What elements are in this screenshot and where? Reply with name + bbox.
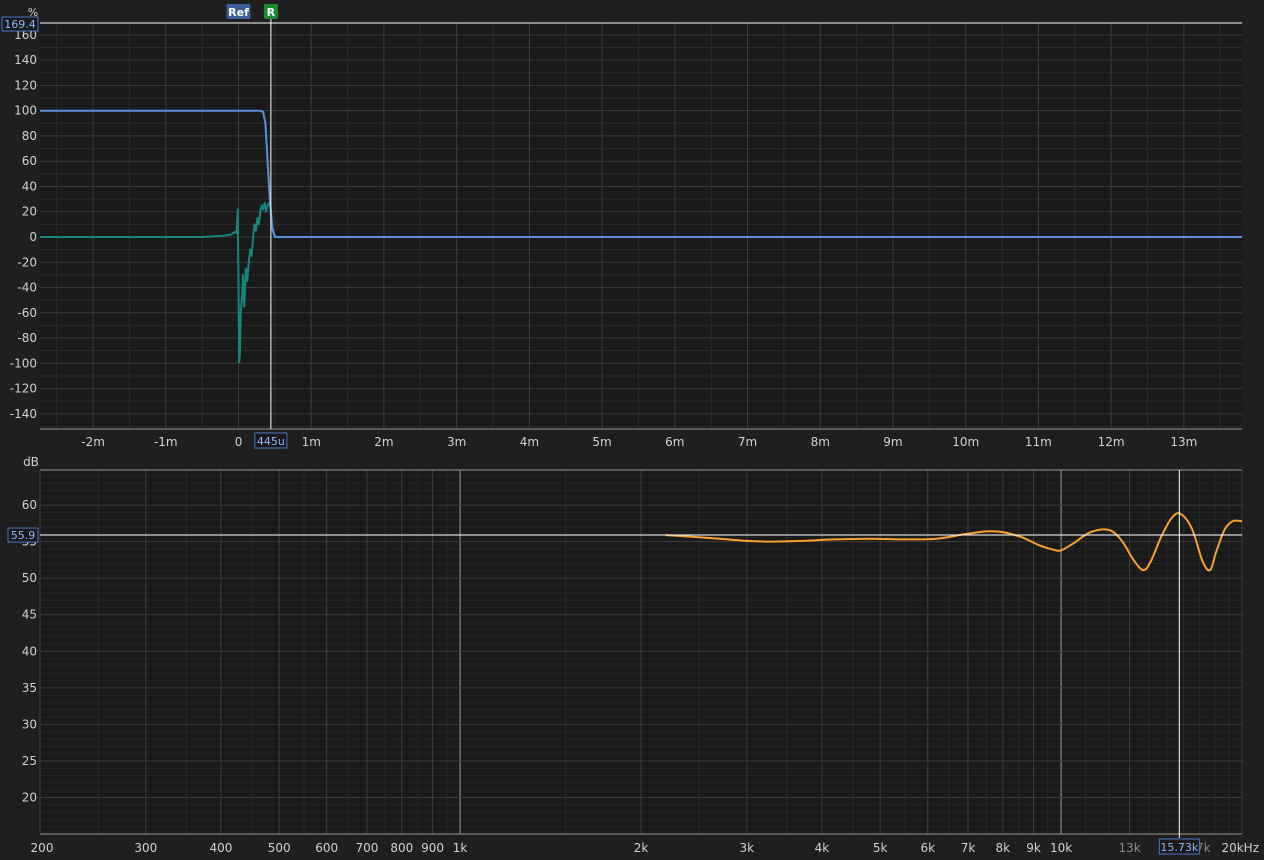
impulse-x-tick-label: 10m	[952, 435, 979, 449]
spl-x-tick-label: 400	[209, 841, 232, 855]
spl-y-tick-label: 40	[22, 644, 37, 658]
r-marker[interactable]: R	[263, 4, 278, 19]
spl-y-tick-label: 60	[22, 498, 37, 512]
spl-y-tick-label: 25	[22, 754, 37, 768]
impulse-x-tick-label: 13m	[1170, 435, 1197, 449]
spl-y-readout-value: 55.9	[11, 529, 36, 542]
spl-x-tick-label: 7k	[961, 841, 976, 855]
impulse-y-tick-label: 140	[14, 53, 37, 67]
impulse-x-tick-label: 8m	[811, 435, 830, 449]
impulse-x-tick-label: -2m	[81, 435, 105, 449]
spl-x-tick-label: 800	[390, 841, 413, 855]
spl-x-tick-label: 700	[356, 841, 379, 855]
impulse-y-tick-label: -60	[17, 306, 37, 320]
spl-x-tick-label: 2k	[634, 841, 649, 855]
impulse-y-tick-label: 0	[29, 230, 37, 244]
impulse-y-tick-label: -80	[17, 331, 37, 345]
spl-y-tick-labels: 605550454035302520	[22, 498, 37, 804]
spl-x-tick-label: 13k	[1118, 841, 1140, 855]
ref-marker[interactable]: Ref	[226, 4, 251, 19]
impulse-x-tick-label: 0	[235, 435, 243, 449]
impulse-x-tick-label: -1m	[154, 435, 178, 449]
spl-x-tick-label: 500	[268, 841, 291, 855]
r-marker-label: R	[267, 6, 276, 19]
impulse-y-tick-label: -100	[10, 356, 37, 370]
impulse-x-tick-label: 2m	[374, 435, 393, 449]
impulse-x-tick-label: 3m	[447, 435, 466, 449]
spl-x-tick-label: 20kHz	[1221, 841, 1259, 855]
spl-x-tick-label: 900	[421, 841, 444, 855]
impulse-y-tick-label: -120	[10, 382, 37, 396]
impulse-step-panel[interactable]: 160140120100806040200-20-40-60-80-100-12…	[1, 4, 1242, 449]
spl-x-tick-label: 200	[31, 841, 54, 855]
analyzer-canvas: 160140120100806040200-20-40-60-80-100-12…	[0, 0, 1264, 860]
spl-y-axis-unit: dB	[23, 455, 39, 469]
impulse-plot-area[interactable]	[40, 23, 1242, 429]
spl-x-tick-label: 9k	[1026, 841, 1041, 855]
impulse-x-tick-label: 1m	[302, 435, 321, 449]
spl-x-tick-label: 4k	[815, 841, 830, 855]
spl-panel[interactable]: 605550454035302520 200300400500600700800…	[7, 455, 1259, 855]
ref-marker-label: Ref	[228, 6, 249, 19]
spl-y-tick-label: 20	[22, 790, 37, 804]
impulse-x-tick-label: 6m	[665, 435, 684, 449]
impulse-x-readout: 445u	[254, 432, 288, 449]
impulse-x-readout-value: 445u	[257, 435, 285, 448]
impulse-x-tick-label: 7m	[738, 435, 757, 449]
spl-y-tick-label: 30	[22, 717, 37, 731]
spl-x-readout: 15.73k	[1158, 838, 1200, 855]
impulse-y-tick-label: 100	[14, 104, 37, 118]
impulse-y-tick-label: -40	[17, 281, 37, 295]
impulse-y-tick-label: 120	[14, 78, 37, 92]
spl-x-tick-label: 300	[134, 841, 157, 855]
spl-y-tick-label: 45	[22, 608, 37, 622]
spl-x-tick-label: 8k	[996, 841, 1011, 855]
spl-x-tick-label: 3k	[740, 841, 755, 855]
spl-y-tick-label: 50	[22, 571, 37, 585]
spl-x-tick-label: 600	[315, 841, 338, 855]
impulse-y-tick-label: -20	[17, 255, 37, 269]
impulse-y-readout-value: 169.4	[4, 18, 36, 31]
spl-x-tick-label: 6k	[920, 841, 935, 855]
impulse-y-tick-label: 80	[22, 129, 37, 143]
impulse-y-tick-label: -140	[10, 407, 37, 421]
impulse-y-tick-label: 60	[22, 154, 37, 168]
spl-x-tick-label: 10k	[1050, 841, 1072, 855]
impulse-x-tick-label: 4m	[520, 435, 539, 449]
impulse-x-tick-label: 5m	[592, 435, 611, 449]
impulse-y-readout: 169.4	[1, 16, 39, 32]
impulse-x-tick-label: 9m	[883, 435, 902, 449]
spl-x-tick-label: 1k	[453, 841, 468, 855]
spl-y-tick-label: 35	[22, 681, 37, 695]
impulse-y-tick-label: 20	[22, 205, 37, 219]
impulse-y-tick-label: 40	[22, 179, 37, 193]
spl-x-readout-value: 15.73k	[1160, 841, 1198, 854]
spl-x-tick-label: 5k	[873, 841, 888, 855]
spl-y-readout: 55.9	[7, 527, 39, 543]
impulse-x-tick-label: 12m	[1098, 435, 1125, 449]
impulse-x-tick-label: 11m	[1025, 435, 1052, 449]
